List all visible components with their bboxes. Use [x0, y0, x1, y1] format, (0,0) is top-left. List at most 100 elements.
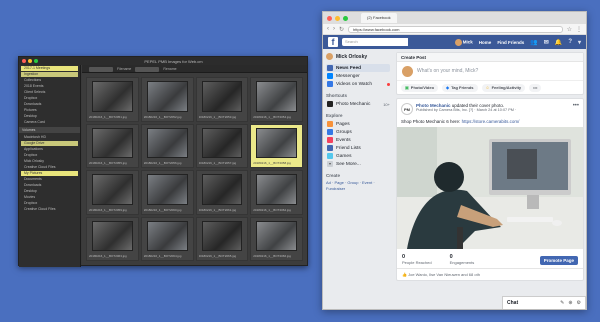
post-link[interactable]: https://store.camerabits.com/: [462, 119, 520, 124]
minimize-icon[interactable]: [335, 15, 340, 21]
thumbnail-cell[interactable]: 20180216_1__BOT2057.jpg: [195, 123, 249, 168]
tag-friends-button[interactable]: ◆ Tag Friends: [442, 83, 478, 92]
nav-item-videos-on-watch[interactable]: Videos on Watch: [326, 80, 390, 88]
sidebar-item[interactable]: 2018 Events: [21, 84, 78, 89]
thumbnail-cell[interactable]: 20180216_1__BOT2061.jpg: [195, 170, 249, 215]
forward-icon[interactable]: ›: [333, 26, 335, 32]
thumbnail-cell[interactable]: 20180216_1__BOT2059.jpg: [86, 170, 139, 215]
thumbnail-image[interactable]: [92, 81, 133, 112]
pm-titlebar[interactable]: PEPEL PMB Images for Web.cm: [19, 57, 307, 65]
home-link[interactable]: Home: [479, 40, 492, 45]
sidebar2-item[interactable]: Desktop: [21, 189, 78, 194]
sidebar-item[interactable]: Dropbox: [21, 96, 78, 101]
nav-item-news-feed[interactable]: News Feed: [326, 64, 390, 72]
thumbnail-cell[interactable]: 20180216_1__BOT2063.jpg: [86, 216, 139, 261]
menu-icon[interactable]: ⋮: [576, 26, 582, 33]
thumbnail-image[interactable]: [92, 127, 133, 158]
new-group-icon[interactable]: ⊕: [568, 300, 572, 306]
photo-mechanic-window[interactable]: PEPEL PMB Images for Web.cm 2017-1 Meeti…: [18, 56, 308, 267]
thumbnail-image[interactable]: [256, 220, 297, 251]
browser-window[interactable]: (2) Facebook ‹ › ↻ https://www.facebook.…: [322, 11, 587, 310]
thumbnail-image[interactable]: [201, 174, 243, 205]
thumbnail-cell[interactable]: 20180216_1__BOT2051.jpg: [86, 77, 139, 122]
see-more-link[interactable]: ▾ See More...: [326, 160, 390, 168]
compose-icon[interactable]: ✎: [560, 300, 564, 306]
nav-item-events[interactable]: Events: [326, 136, 390, 144]
sidebar-item[interactable]: Client Selects: [21, 90, 78, 95]
zoom-icon[interactable]: [343, 15, 348, 21]
pm-sidebar[interactable]: 2017-1 Meetings Ingestion Collections 2018 …: [19, 65, 81, 267]
browser-tab[interactable]: (2) Facebook: [361, 13, 397, 23]
nav-item-groups[interactable]: Groups: [326, 128, 390, 136]
thumbnail-cell[interactable]: 20180216_1__BOT2065.jpg: [195, 216, 249, 261]
thumbnail-image[interactable]: [201, 81, 243, 112]
photo-video-button[interactable]: ▣ Photo/Video: [401, 83, 439, 92]
search-input[interactable]: Search: [342, 38, 408, 46]
sidebar2-item[interactable]: Mick Orlosky: [21, 159, 78, 164]
sort-select[interactable]: [89, 66, 113, 72]
create-post-input[interactable]: What's on your mind, Mick?: [397, 62, 583, 80]
chat-bar[interactable]: Chat ✎ ⊕ ⚙: [502, 296, 586, 309]
nav-item-messenger[interactable]: Messenger: [326, 72, 390, 80]
close-icon[interactable]: [327, 15, 332, 21]
rename-select[interactable]: [135, 66, 160, 72]
thumbnail-cell[interactable]: 20180216_1__BOT2053.jpg: [195, 77, 249, 122]
thumbnail-image[interactable]: [146, 81, 188, 112]
post-menu-icon[interactable]: •••: [573, 103, 579, 115]
sidebar-item[interactable]: 2017-1 Meetings: [21, 66, 78, 71]
gear-icon[interactable]: ⚙: [577, 300, 581, 306]
minimize-icon[interactable]: [28, 59, 32, 63]
thumbnail-cell[interactable]: 20180216_1__BOT2060.jpg: [140, 170, 194, 215]
thumbnail-cell[interactable]: 20180216_1__BOT2054.jpg: [250, 77, 303, 122]
photo-mechanic-logo-icon[interactable]: PM: [401, 103, 413, 115]
thumbnail-cell[interactable]: 20180216_1__BOT2058.jpg: [250, 123, 303, 168]
more-options-button[interactable]: •••: [529, 83, 542, 92]
help-icon[interactable]: ?: [568, 39, 572, 45]
sidebar2-item[interactable]: Creative Cloud Files: [21, 207, 78, 212]
thumbnail-image[interactable]: [201, 127, 243, 158]
friend-requests-icon[interactable]: 👥: [530, 39, 537, 46]
post-likes[interactable]: 👍 Joe Wanio, Ilse Van Nieuwen and 68 oth: [397, 269, 583, 280]
thumbnail-image[interactable]: [256, 174, 297, 205]
thumbnail-image[interactable]: [146, 174, 188, 205]
nav-item-friend-lists[interactable]: Friend Lists: [326, 144, 390, 152]
promote-page-button[interactable]: Promote Page: [539, 256, 578, 265]
close-icon[interactable]: [22, 59, 26, 63]
sidebar-item[interactable]: Downloads: [21, 102, 78, 107]
left-nav-user[interactable]: Mick Orlosky: [326, 53, 390, 60]
sidebar2-item[interactable]: My Pictures: [21, 171, 78, 176]
nav-item-photo-mechanic[interactable]: Photo Mechanic 10+: [326, 100, 390, 108]
create-links[interactable]: Ad · Page · Group · Event · Fundraiser: [326, 180, 390, 192]
feeling-activity-button[interactable]: ☺ Feeling/Activity: [481, 83, 526, 92]
thumbnail-cell[interactable]: 20180216_1__BOT2052.jpg: [140, 77, 194, 122]
thumbnail-image[interactable]: [146, 127, 188, 158]
sidebar2-item[interactable]: Google Drive: [21, 141, 78, 146]
thumbnail-image[interactable]: [146, 220, 188, 251]
thumbnail-cell[interactable]: 20180216_1__BOT2064.jpg: [140, 216, 194, 261]
thumbnail-cell[interactable]: 20180216_1__BOT2066.jpg: [250, 216, 303, 261]
sidebar-item[interactable]: Collections: [21, 78, 78, 83]
url-field[interactable]: https://www.facebook.com: [348, 25, 563, 33]
messages-icon[interactable]: ✉: [544, 39, 549, 46]
thumbnail-image[interactable]: [256, 81, 297, 112]
sidebar2-item[interactable]: Downloads: [21, 183, 78, 188]
sidebar2-item[interactable]: Creative Cloud Files: [21, 165, 78, 170]
nav-item-games[interactable]: Games: [326, 152, 390, 160]
sidebar-item[interactable]: Camera Card: [21, 120, 78, 125]
sidebar2-item[interactable]: Movies: [21, 195, 78, 200]
facebook-logo-icon[interactable]: f: [328, 37, 338, 47]
zoom-icon[interactable]: [34, 59, 38, 63]
reload-icon[interactable]: ↻: [339, 26, 344, 33]
sidebar-item[interactable]: Desktop: [21, 114, 78, 119]
sidebar2-item[interactable]: Applications: [21, 147, 78, 152]
back-icon[interactable]: ‹: [327, 26, 329, 32]
thumbnail-image[interactable]: [92, 220, 133, 251]
sidebar-item[interactable]: Pictures: [21, 108, 78, 113]
profile-link[interactable]: Mick: [454, 38, 473, 46]
star-icon[interactable]: ☆: [567, 26, 572, 33]
thumbnail-cell[interactable]: 20180216_1__BOT2055.jpg: [86, 123, 139, 168]
post-image[interactable]: [397, 127, 583, 249]
nav-item-pages[interactable]: Pages: [326, 120, 390, 128]
sidebar2-item[interactable]: Dropbox: [21, 201, 78, 206]
sidebar2-item[interactable]: Macintosh HD: [21, 135, 78, 140]
